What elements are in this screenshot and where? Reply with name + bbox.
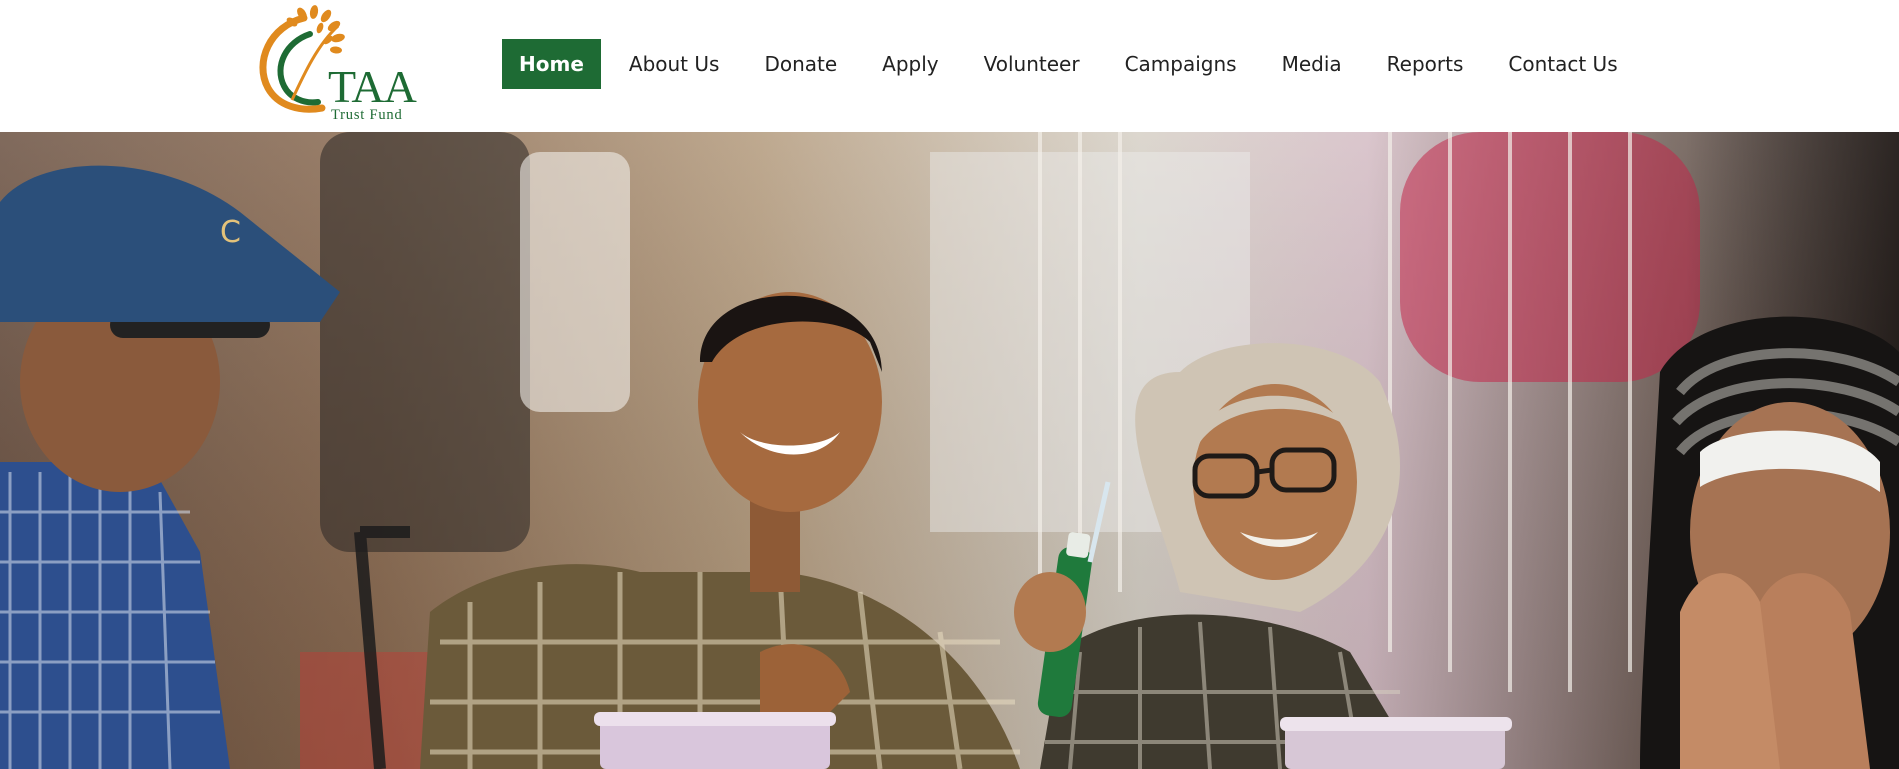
nav-apply[interactable]: Apply (865, 39, 955, 89)
nav-contact-us[interactable]: Contact Us (1491, 39, 1634, 89)
community-members-photo: C (0, 132, 1899, 769)
main-nav: Home About Us Donate Apply Volunteer Cam… (502, 39, 1646, 89)
nav-campaigns[interactable]: Campaigns (1108, 39, 1254, 89)
bucket-center (594, 712, 836, 769)
nav-home[interactable]: Home (502, 39, 601, 89)
person-praying (1640, 316, 1899, 769)
hero-banner: C (0, 132, 1899, 769)
site-logo[interactable]: TAA Trust Fund (252, 4, 428, 128)
nav-reports[interactable]: Reports (1370, 39, 1481, 89)
svg-text:C: C (220, 215, 241, 250)
nav-media[interactable]: Media (1265, 39, 1359, 89)
logo-title: TAA (328, 61, 417, 112)
nav-about-us[interactable]: About Us (612, 39, 737, 89)
nav-donate[interactable]: Donate (747, 39, 854, 89)
logo-subtitle: Trust Fund (331, 107, 403, 123)
bucket-right (1280, 717, 1512, 769)
nav-volunteer[interactable]: Volunteer (967, 39, 1097, 89)
site-header: TAA Trust Fund Home About Us Donate Appl… (0, 0, 1899, 132)
